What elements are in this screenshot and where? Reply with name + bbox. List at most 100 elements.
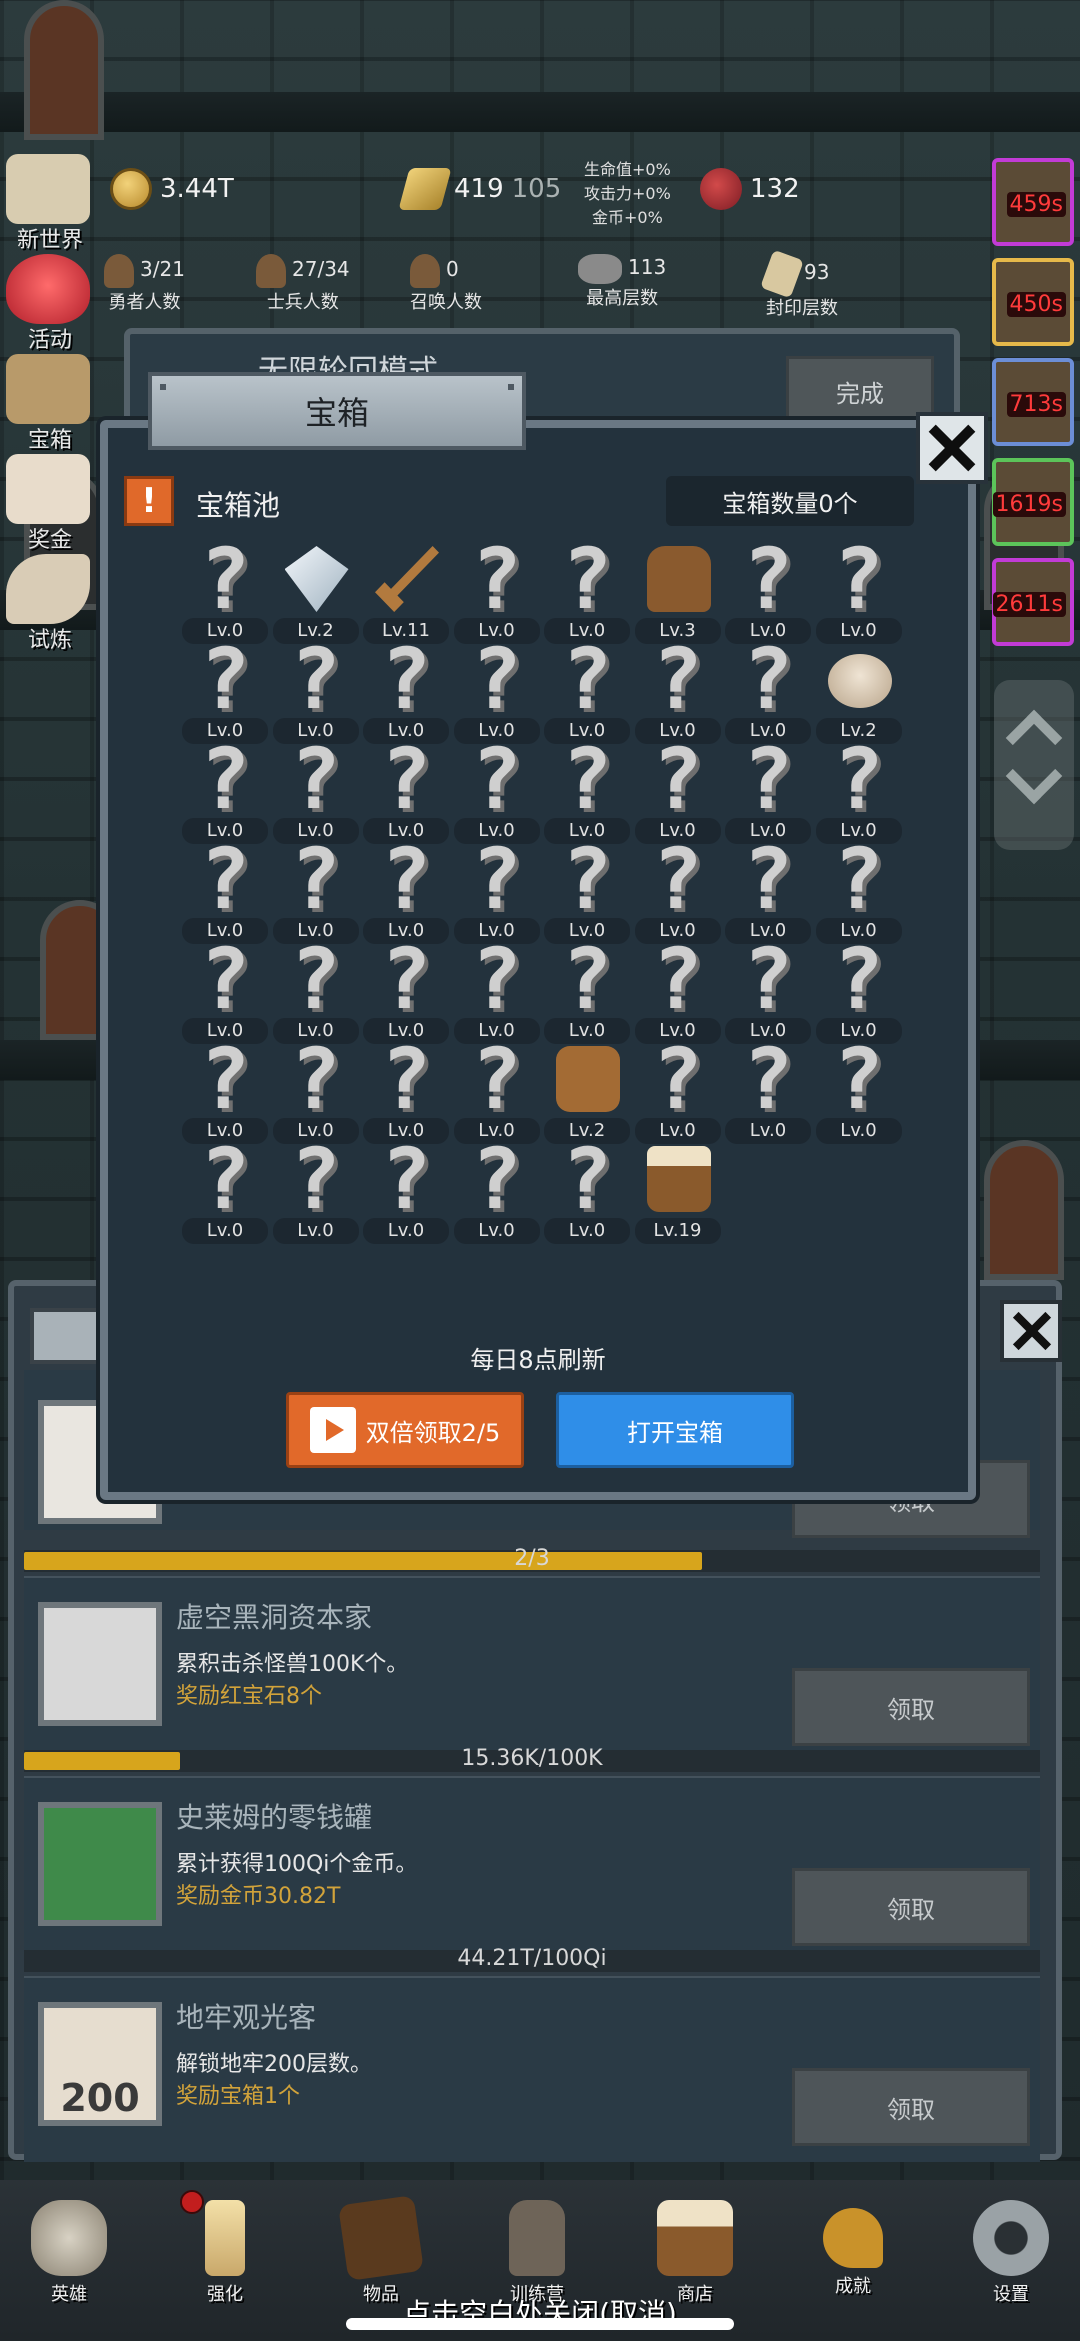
buff-slot[interactable]: 713s — [992, 358, 1074, 446]
question-mark-icon: ? — [561, 830, 613, 928]
chest-item-slot[interactable]: Lv.11 — [361, 540, 451, 644]
chest-item-slot[interactable]: ? Lv.0 — [814, 1030, 904, 1144]
claim-button[interactable]: 领取 — [792, 1868, 1030, 1946]
achievement-close-button[interactable] — [1000, 1300, 1062, 1362]
chest-item-slot[interactable]: ? Lv.0 — [542, 630, 632, 744]
buff-slot[interactable]: 459s — [992, 158, 1074, 246]
left-menu-trial[interactable]: 试炼 — [0, 550, 100, 653]
book-icon — [338, 2195, 424, 2281]
achievement-desc: 累积击杀怪兽100K个。 — [176, 1652, 409, 1677]
chest-item-slot[interactable]: ? Lv.0 — [180, 937, 270, 1044]
chest-item-slot[interactable]: ? Lv.0 — [814, 537, 904, 644]
question-mark-icon: ? — [380, 1130, 432, 1228]
chest-item-slot[interactable]: ? Lv.0 — [361, 737, 451, 844]
chevron-down-icon[interactable] — [1005, 747, 1063, 805]
chest-item-slot[interactable]: ? Lv.0 — [452, 530, 542, 644]
question-mark-icon: ? — [471, 530, 522, 628]
chest-item-slot[interactable]: ? Lv.0 — [723, 637, 813, 744]
chest-item-slot[interactable]: Lv.2 — [542, 1040, 632, 1144]
question-mark-icon: ? — [742, 930, 794, 1028]
question-mark-icon: ? — [290, 630, 341, 728]
chest-item-slot[interactable]: ? Lv.0 — [180, 837, 270, 944]
double-claim-button[interactable]: 双倍领取2/5 — [286, 1392, 524, 1468]
item-level: Lv.0 — [725, 1118, 811, 1144]
chest-item-slot[interactable]: ? Lv.0 — [723, 930, 813, 1044]
left-menu-bonus[interactable]: 奖金 — [0, 450, 100, 553]
open-chest-button[interactable]: 打开宝箱 — [556, 1392, 794, 1468]
question-mark-icon: ? — [561, 630, 613, 728]
question-mark-icon: ? — [199, 1130, 251, 1228]
chest-item-slot[interactable]: ? Lv.0 — [633, 937, 723, 1044]
chest-modal-close-button[interactable] — [916, 412, 988, 484]
chest-item-slot[interactable]: ? Lv.0 — [271, 1137, 361, 1244]
claim-button[interactable]: 领取 — [792, 2068, 1030, 2146]
zombie-icon — [38, 1602, 162, 1726]
chest-item-slot[interactable]: ? Lv.0 — [633, 1037, 723, 1144]
chest-item-slot[interactable]: ? Lv.0 — [542, 537, 632, 644]
sword-icon — [375, 546, 439, 612]
chest-item-slot[interactable]: ? Lv.0 — [723, 537, 813, 644]
chest-item-slot[interactable]: ? Lv.0 — [542, 937, 632, 1044]
chest-item-slot[interactable]: ? Lv.0 — [361, 937, 451, 1044]
chest-item-slot[interactable]: ? Lv.0 — [361, 1130, 451, 1244]
chest-item-slot[interactable]: ? Lv.0 — [452, 937, 542, 1044]
chest-item-slot[interactable]: ? Lv.0 — [814, 937, 904, 1044]
chest-item-slot[interactable]: ? Lv.0 — [633, 637, 723, 744]
chest-item-slot[interactable]: ? Lv.0 — [180, 537, 270, 644]
chest-item-slot[interactable]: ? Lv.0 — [452, 1037, 542, 1144]
chest-item-slot[interactable]: ? Lv.0 — [361, 837, 451, 944]
scroll-arrows[interactable] — [994, 680, 1074, 850]
chest-item-slot[interactable]: ? Lv.0 — [180, 1030, 270, 1144]
floor-200-icon: 200 — [38, 2002, 162, 2126]
chest-item-slot[interactable]: ? Lv.0 — [180, 730, 270, 844]
achievement-desc: 累计获得100Qi个金币。 — [176, 1852, 418, 1877]
chest-item-slot[interactable]: ? Lv.0 — [180, 1130, 270, 1244]
chest-item-slot[interactable]: ? Lv.0 — [271, 837, 361, 944]
envelope-icon — [6, 454, 90, 524]
chest-item-slot[interactable]: ? Lv.0 — [452, 1137, 542, 1244]
chest-item-slot[interactable]: ? Lv.0 — [723, 837, 813, 944]
chest-item-slot[interactable]: ? Lv.0 — [361, 637, 451, 744]
chest-item-slot[interactable]: ? Lv.0 — [271, 937, 361, 1044]
chest-item-slot[interactable]: ? Lv.0 — [723, 1037, 813, 1144]
chest-item-slot[interactable]: ? Lv.0 — [542, 737, 632, 844]
item-level: Lv.0 — [453, 1218, 540, 1244]
lantern-icon — [509, 2200, 565, 2276]
chest-item-slot[interactable]: ? Lv.0 — [814, 737, 904, 844]
chest-item-slot[interactable]: Lv.19 — [633, 1140, 723, 1244]
buff-slot[interactable]: 2611s — [992, 558, 1074, 646]
chest-item-slot[interactable]: ? Lv.0 — [452, 737, 542, 844]
chest-item-slot[interactable]: Lv.3 — [633, 540, 723, 644]
mode-done-button[interactable]: 完成 — [786, 356, 934, 426]
buff-slot[interactable]: 1619s — [992, 458, 1074, 546]
progress-text: 15.36K/100K — [461, 1746, 603, 1771]
buff-slot[interactable]: 450s — [992, 258, 1074, 346]
chest-item-slot[interactable]: ? Lv.0 — [271, 630, 361, 744]
question-mark-icon: ? — [833, 1030, 884, 1128]
chest-item-slot[interactable]: ? Lv.0 — [271, 1037, 361, 1144]
chest-item-slot[interactable]: ? Lv.0 — [814, 837, 904, 944]
chest-item-slot[interactable]: ? Lv.0 — [271, 737, 361, 844]
chest-item-slot[interactable]: ? Lv.0 — [542, 830, 632, 944]
left-menu-new-world[interactable]: 新世界 — [0, 150, 100, 253]
dungeon-door — [24, 0, 104, 140]
left-menu-event[interactable]: 活动 — [0, 250, 100, 353]
chest-item-slot[interactable]: ? Lv.0 — [452, 837, 542, 944]
chest-item-slot[interactable]: Lv.2 — [814, 640, 904, 744]
home-indicator[interactable] — [346, 2318, 734, 2330]
claim-button[interactable]: 领取 — [792, 1668, 1030, 1746]
chest-item-slot[interactable]: Lv.2 — [271, 540, 361, 644]
chest-item-slot[interactable]: ? Lv.0 — [361, 1037, 451, 1144]
buff-timer: 459s — [1006, 192, 1066, 217]
item-level: Lv.0 — [363, 1218, 449, 1244]
chest-item-slot[interactable]: ? Lv.0 — [723, 737, 813, 844]
chest-item-slot[interactable]: ? Lv.0 — [633, 837, 723, 944]
chest-item-slot[interactable]: ? Lv.0 — [542, 1137, 632, 1244]
left-menu-chest[interactable]: 宝箱 — [0, 350, 100, 453]
question-mark-icon: ? — [199, 1030, 251, 1128]
chest-item-slot[interactable]: ? Lv.0 — [180, 637, 270, 744]
question-mark-icon: ? — [199, 730, 251, 828]
exclamation-icon[interactable]: ! — [124, 476, 174, 526]
chest-item-slot[interactable]: ? Lv.0 — [452, 637, 542, 744]
chest-item-slot[interactable]: ? Lv.0 — [633, 737, 723, 844]
